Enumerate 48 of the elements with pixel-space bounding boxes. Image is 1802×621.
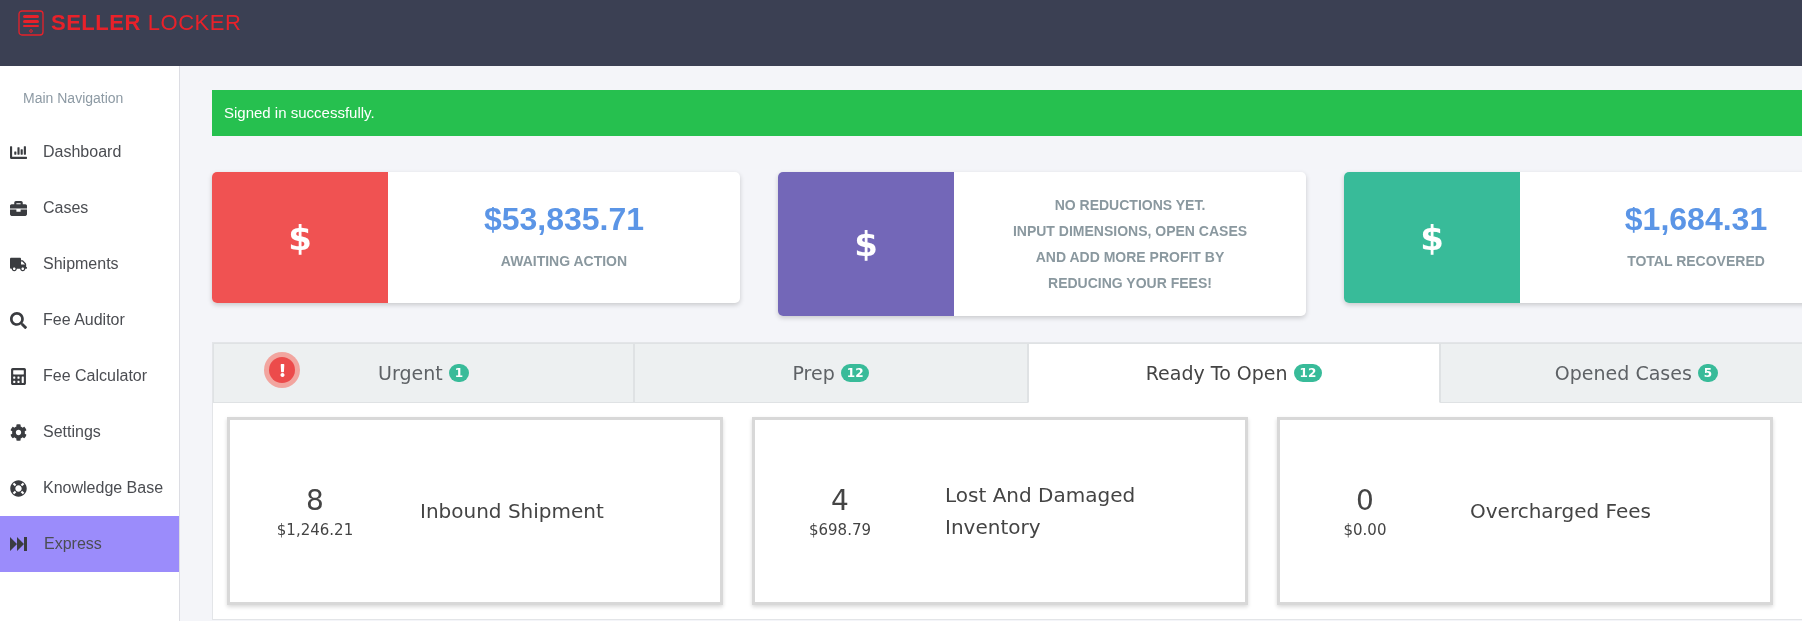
search-icon [10, 311, 27, 329]
case-title: Inbound Shipment [420, 498, 605, 525]
count-badge: 1 [448, 364, 469, 382]
stat-label: REDUCING YOUR FEES! [1048, 274, 1212, 293]
truck-icon [10, 255, 27, 273]
tab[interactable]: Urgent 1 [213, 343, 634, 403]
case-count: 8 [306, 483, 324, 517]
case-amount: $0.00 [1343, 520, 1387, 539]
nav-item[interactable]: Fee Calculator [0, 348, 179, 404]
count-badge: 5 [1697, 364, 1719, 382]
nav-item[interactable]: Dashboard [0, 124, 179, 180]
nav-item[interactable]: Shipments [0, 236, 179, 292]
calculator-icon [10, 367, 27, 385]
nav-item[interactable]: Settings [0, 404, 179, 460]
dollar-icon: $ [212, 172, 388, 303]
logo-text: LOCKER [147, 10, 242, 36]
stat-label: TOTAL RECOVERED [1627, 252, 1765, 271]
locker-icon [18, 10, 44, 36]
nav-item[interactable]: Knowledge Base [0, 460, 179, 516]
bar-chart-icon [10, 143, 27, 161]
stat-value: $1,684.31 [1624, 201, 1768, 238]
count-badge: 12 [840, 364, 870, 382]
dollar-icon: $ [778, 172, 954, 316]
lifebuoy-icon [10, 479, 27, 497]
tab[interactable]: Opened Cases 5 [1440, 343, 1802, 403]
stat-label: NO REDUCTIONS YET. [1054, 196, 1206, 215]
tab[interactable]: Ready To Open 12 [1028, 343, 1440, 403]
case-title: Lost And Damaged Inventory [945, 482, 1137, 541]
dollar-icon: $ [1344, 172, 1520, 303]
case-title: Overcharged Fees [1470, 498, 1652, 525]
skip-forward-icon [10, 536, 28, 552]
case-amount: $698.79 [809, 520, 871, 539]
case-amount: $1,246.21 [276, 520, 354, 539]
settings-icon [10, 423, 27, 441]
stat-label: AWAITING ACTION [500, 252, 628, 271]
stat-label: INPUT DIMENSIONS, OPEN CASES [1012, 222, 1248, 241]
tab[interactable]: Prep 12 [634, 343, 1028, 403]
count-badge: 12 [1293, 364, 1323, 382]
logo-text: SELLER [51, 10, 141, 36]
stat-value: $53,835.71 [483, 201, 645, 238]
nav-item[interactable]: Cases [0, 180, 179, 236]
success-alert: Signed in successfully. [212, 90, 1802, 136]
nav-heading: Main Navigation [22, 90, 125, 106]
nav-item[interactable]: Fee Auditor [0, 292, 179, 348]
case-count: 4 [831, 483, 849, 517]
stat-label: AND ADD MORE PROFIT BY [1035, 248, 1225, 267]
case-count: 0 [1356, 483, 1374, 517]
briefcase-icon [10, 199, 27, 217]
